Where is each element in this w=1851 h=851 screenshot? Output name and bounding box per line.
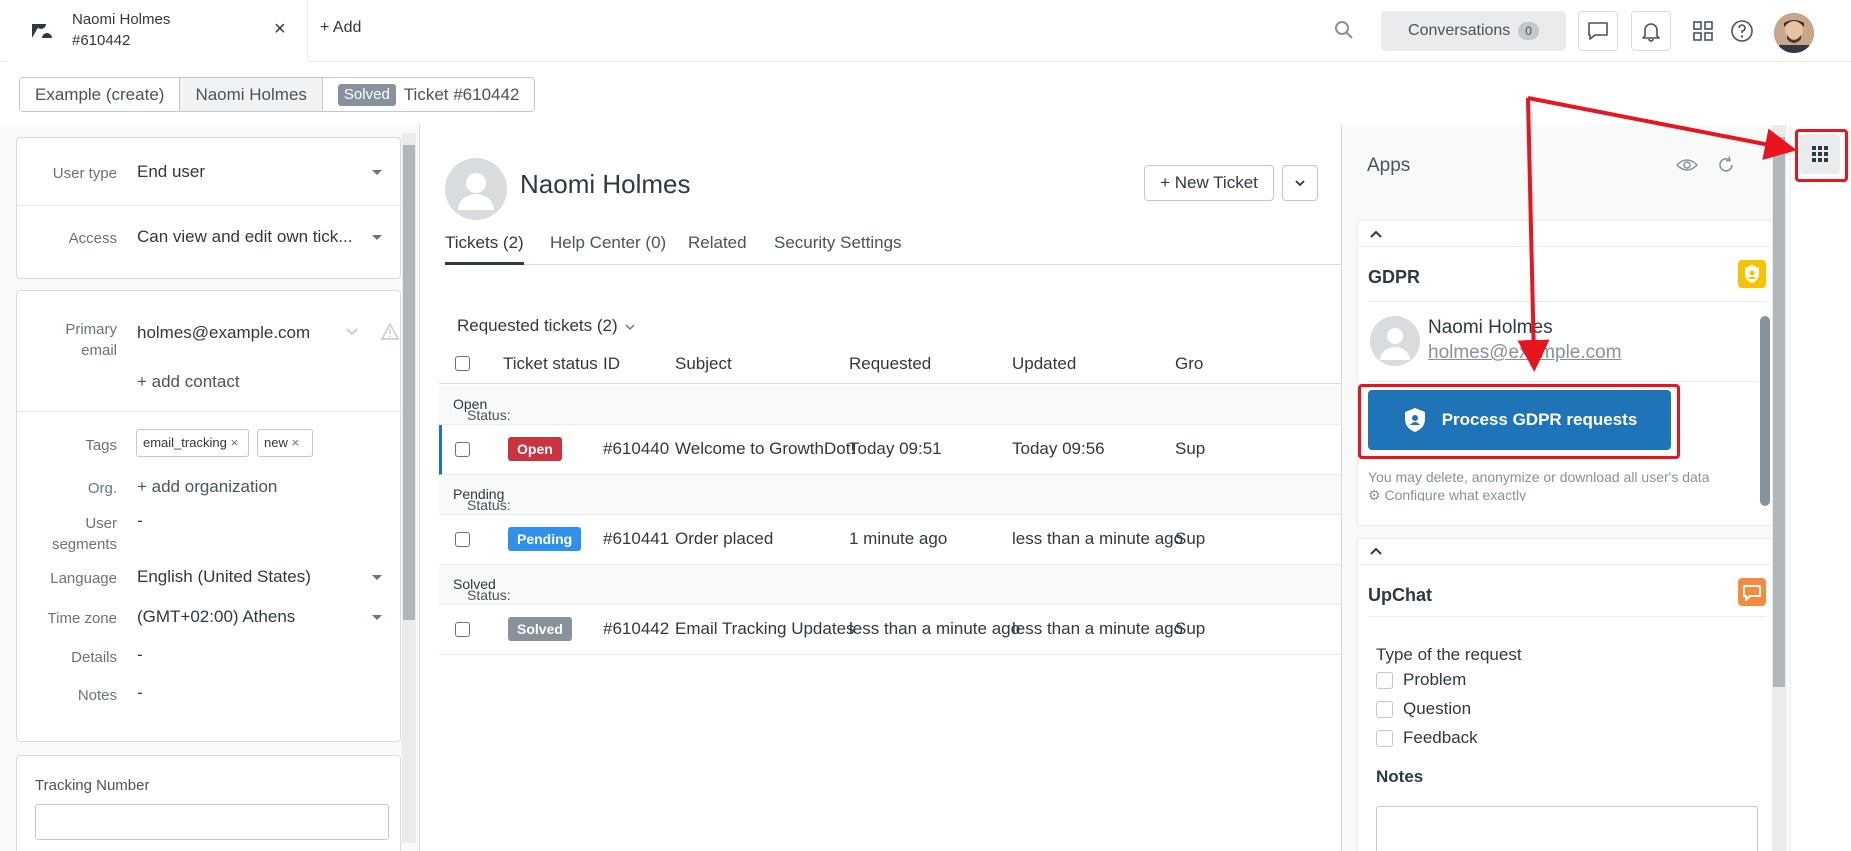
annotation-arrows <box>1517 96 1797 372</box>
annotation-arrow-to-apps <box>1527 96 1797 160</box>
annotation-arrow-to-gdpr <box>1517 97 1550 372</box>
